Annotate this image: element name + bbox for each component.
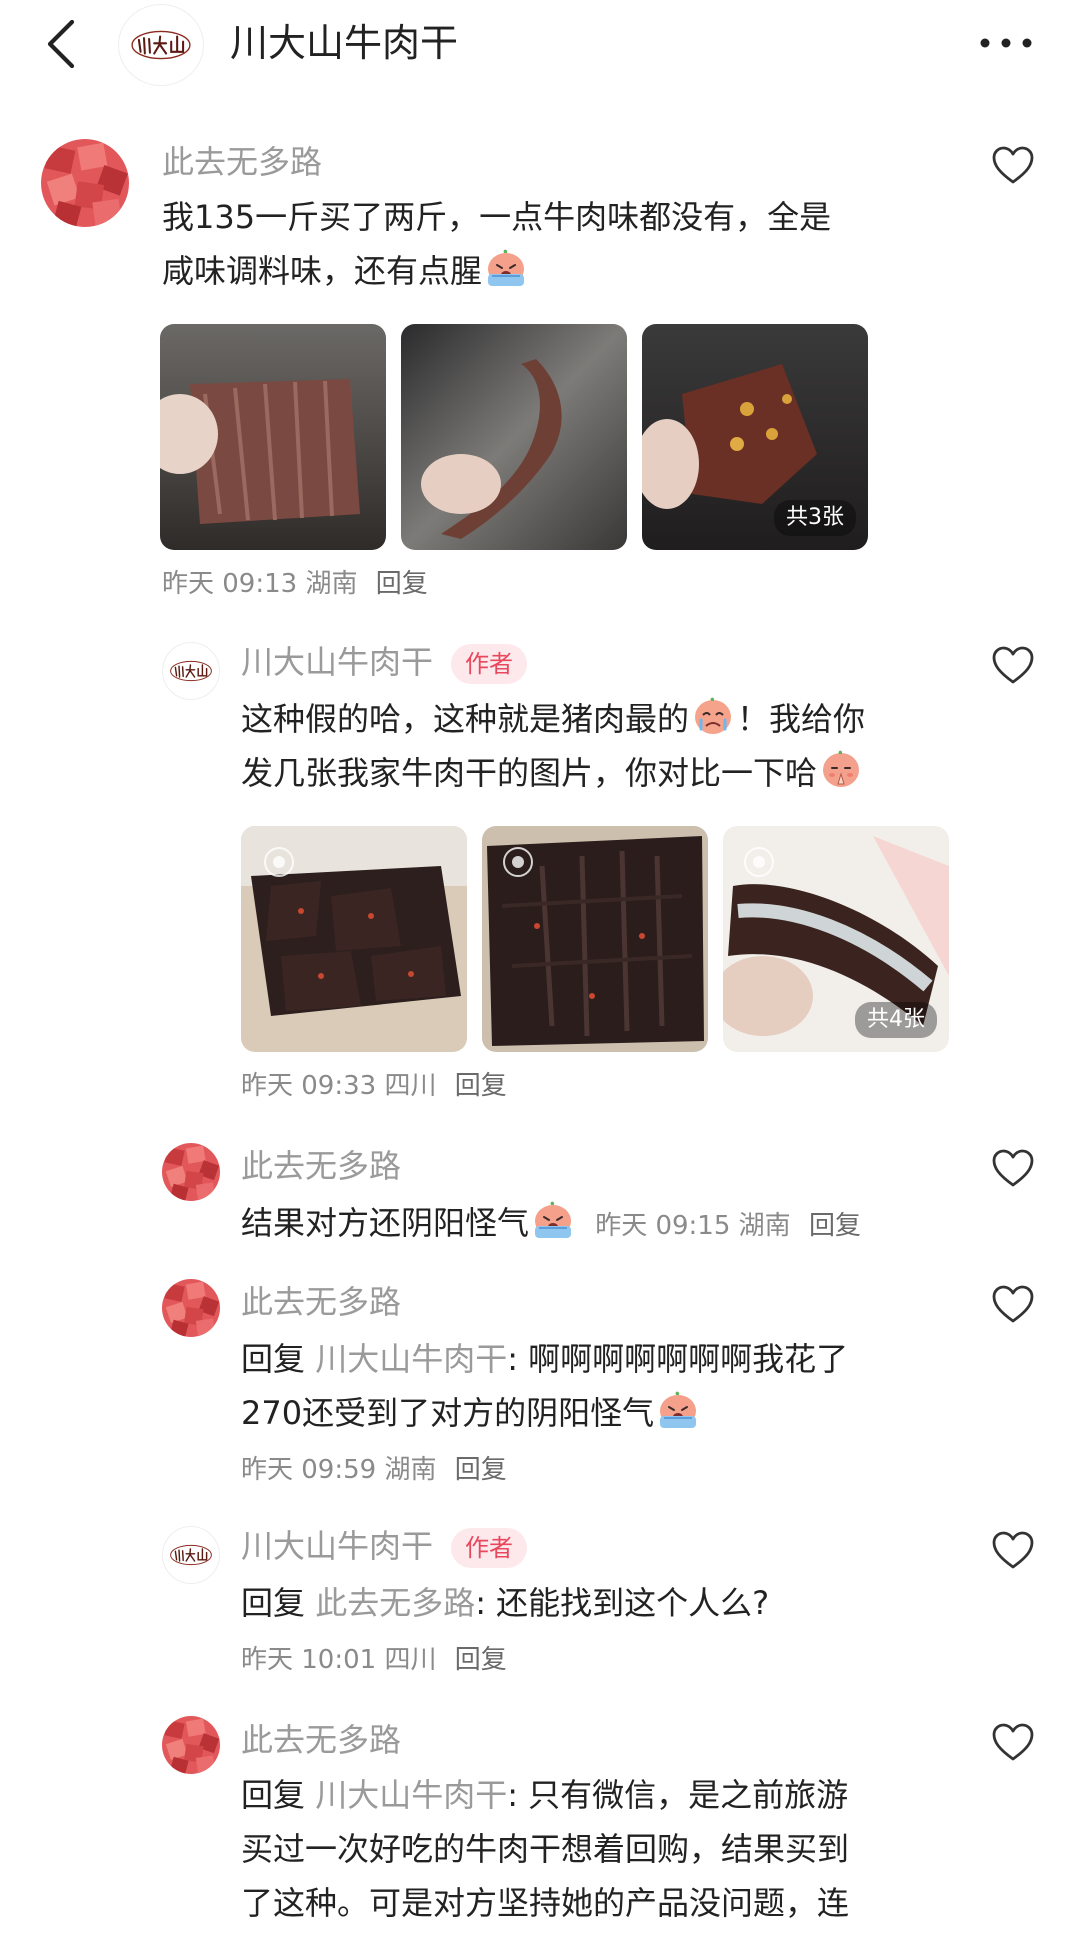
comment-username[interactable]: 此去无多路 (241, 1718, 401, 1762)
comment-username-text[interactable]: 川大山牛肉干 (241, 643, 433, 681)
comment-username-text[interactable]: 川大山牛肉干 (241, 1527, 433, 1565)
like-heart-icon[interactable] (991, 1148, 1035, 1188)
comment-text-line: ！我给你 (737, 700, 866, 738)
shop-logo-icon (127, 28, 195, 62)
like-heart-icon[interactable] (991, 1284, 1035, 1324)
author-avatar[interactable] (162, 642, 220, 700)
user-avatar[interactable] (162, 1279, 220, 1337)
comment-text: 回复 川大山牛肉干: 啊啊啊啊啊啊啊我花了 270还受到了对方的阴阳怪气 (241, 1332, 1001, 1440)
comment-time: 昨天 10:01 (241, 1645, 377, 1675)
shop-avatar[interactable] (118, 4, 204, 86)
page-title: 川大山牛肉干 (230, 21, 459, 65)
author-badge: 作者 (451, 1528, 528, 1568)
comment-text: 结果对方还阴阳怪气 昨天 09:15 湖南 回复 (241, 1196, 1001, 1250)
reply-button[interactable]: 回复 (455, 1455, 507, 1485)
comment-text-line: 这种假的哈，这种就是猪肉最的 (241, 700, 690, 738)
comment-photo[interactable]: 共4张 (723, 826, 949, 1052)
jerky-photo-image (241, 826, 467, 1052)
photo-count-badge: 共3张 (774, 500, 856, 536)
more-dots-icon[interactable] (978, 36, 1034, 50)
comment-text-line: : 还能找到这个人么? (475, 1584, 770, 1622)
comment-time: 昨天 09:59 (241, 1455, 377, 1485)
user-avatar[interactable] (162, 1143, 220, 1201)
jerky-photo-image (401, 324, 627, 550)
comment-text-line: 结果对方还阴阳怪气 (241, 1204, 530, 1242)
comment-time: 昨天 09:13 (162, 569, 298, 599)
reply-target-user[interactable]: 此去无多路 (315, 1584, 475, 1622)
comment-text-line: : 啊啊啊啊啊啊啊我花了 (507, 1340, 849, 1378)
reply-prefix: 回复 (241, 1776, 306, 1814)
pray-emoji-icon (819, 750, 863, 790)
comment-time: 昨天 09:33 (241, 1071, 377, 1101)
comment-text-line: 发几张我家牛肉干的图片，你对比一下哈 (241, 754, 818, 792)
user-avatar[interactable] (162, 1716, 220, 1774)
crying-emoji-icon (484, 248, 528, 288)
shop-logo-icon (167, 1543, 215, 1567)
comment-meta: 昨天 09:59 湖南 回复 (241, 1450, 507, 1490)
comment-text: 我135一斤买了两斤，一点牛肉味都没有，全是 咸味调料味，还有点腥 (162, 190, 942, 298)
comment-photo[interactable] (482, 826, 708, 1052)
comment-location: 湖南 (384, 1455, 437, 1485)
comment-text-line: : 只有微信，是之前旅游 (507, 1776, 849, 1814)
like-heart-icon[interactable] (991, 1722, 1035, 1762)
shop-logo-icon (167, 659, 215, 683)
comment-meta: 昨天 09:33 四川 回复 (241, 1066, 507, 1106)
comment-text-line: 了这种。可是对方坚持她的产品没问题，连 (241, 1884, 850, 1922)
comment-location: 湖南 (738, 1211, 791, 1241)
like-heart-icon[interactable] (991, 1530, 1035, 1570)
reply-prefix: 回复 (241, 1340, 306, 1378)
crying-emoji-icon (656, 1390, 700, 1430)
comment-username[interactable]: 川大山牛肉干 作者 (241, 1524, 528, 1568)
comment-photo[interactable]: 共3张 (642, 324, 868, 550)
comment-meta: 昨天 09:15 湖南 回复 (595, 1211, 861, 1241)
comment-text: 回复 川大山牛肉干: 只有微信，是之前旅游 买过一次好吃的牛肉干想着回购，结果买… (241, 1768, 1001, 1930)
comment-photo[interactable] (160, 324, 386, 550)
comment-text-line: 咸味调料味，还有点腥 (162, 252, 483, 290)
comment-meta: 昨天 10:01 四川 回复 (241, 1640, 507, 1680)
comment-text: 回复 此去无多路: 还能找到这个人么? (241, 1576, 1001, 1630)
comment-text: 这种假的哈，这种就是猪肉最的 ！我给你 发几张我家牛肉干的图片，你对比一下哈 (241, 692, 941, 800)
jerky-photo-image (482, 826, 708, 1052)
photo-count-badge: 共4张 (855, 1002, 937, 1038)
reply-button[interactable]: 回复 (455, 1071, 507, 1101)
reply-target-user[interactable]: 川大山牛肉干 (315, 1340, 507, 1378)
crying-emoji-icon (531, 1200, 575, 1240)
comment-time: 昨天 09:15 (595, 1211, 731, 1241)
comment-text-line: 我135一斤买了两斤，一点牛肉味都没有，全是 (162, 198, 832, 236)
sad-emoji-icon (691, 696, 735, 736)
back-chevron-icon[interactable] (40, 18, 80, 70)
user-avatar[interactable] (41, 139, 129, 227)
reply-target-user[interactable]: 川大山牛肉干 (315, 1776, 507, 1814)
comment-text-line: 买过一次好吃的牛肉干想着回购，结果买到 (241, 1830, 850, 1868)
comment-username[interactable]: 此去无多路 (241, 1144, 401, 1188)
comment-photo[interactable] (241, 826, 467, 1052)
reply-button[interactable]: 回复 (809, 1211, 861, 1241)
author-badge: 作者 (451, 644, 528, 684)
comment-username[interactable]: 此去无多路 (241, 1280, 401, 1324)
comment-photo[interactable] (401, 324, 627, 550)
comment-location: 四川 (384, 1645, 437, 1675)
reply-button[interactable]: 回复 (376, 569, 428, 599)
reply-button[interactable]: 回复 (455, 1645, 507, 1675)
comment-username[interactable]: 此去无多路 (162, 140, 322, 184)
reply-prefix: 回复 (241, 1584, 306, 1622)
like-heart-icon[interactable] (991, 145, 1035, 185)
comment-meta: 昨天 09:13 湖南 回复 (162, 564, 428, 604)
like-heart-icon[interactable] (991, 645, 1035, 685)
jerky-photo-image (160, 324, 386, 550)
comment-username[interactable]: 川大山牛肉干 作者 (241, 640, 528, 684)
comment-text-line: 270还受到了对方的阴阳怪气 (241, 1394, 655, 1432)
comment-location: 湖南 (305, 569, 358, 599)
author-avatar[interactable] (162, 1526, 220, 1584)
comment-location: 四川 (384, 1071, 437, 1101)
